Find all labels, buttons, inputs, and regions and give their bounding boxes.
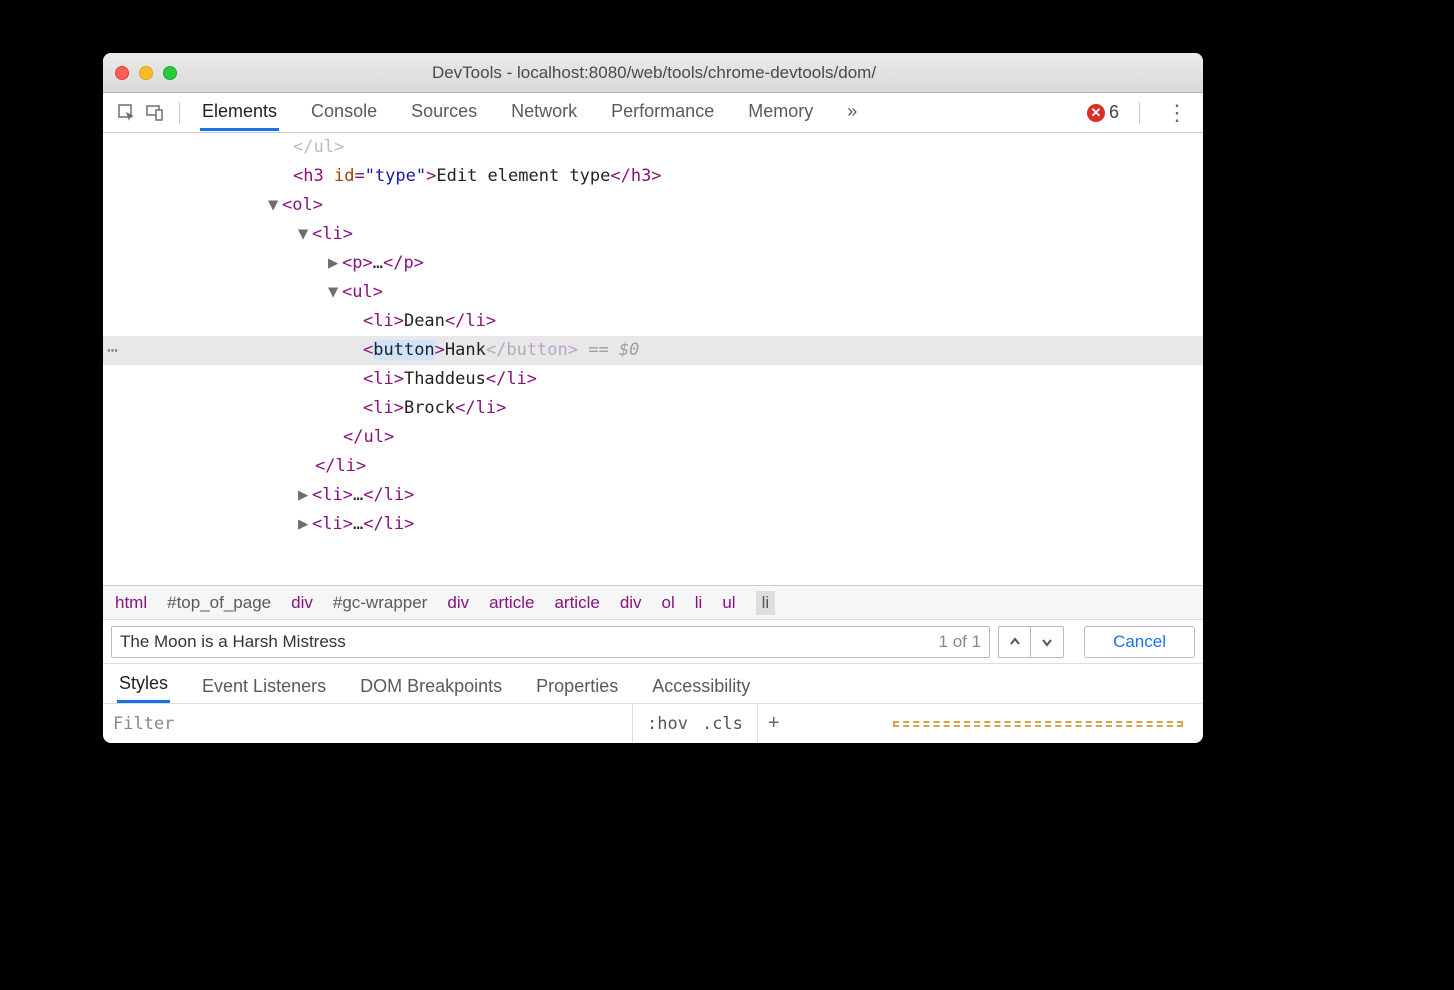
subtab-dom-breakpoints[interactable]: DOM Breakpoints <box>358 670 504 703</box>
minimize-window-button[interactable] <box>139 66 153 80</box>
dom-node[interactable]: <li> <box>312 485 353 505</box>
breadcrumb-item[interactable]: html <box>115 593 147 613</box>
dom-node[interactable]: <h3 id="type"> <box>293 166 436 186</box>
search-match-count: 1 of 1 <box>939 632 982 652</box>
breadcrumb-item[interactable]: li <box>695 593 703 613</box>
dom-node[interactable]: <li> <box>312 514 353 534</box>
error-icon: ✕ <box>1087 104 1105 122</box>
breadcrumb-item[interactable]: ol <box>662 593 675 613</box>
breadcrumb-item[interactable]: article <box>554 593 599 613</box>
breadcrumb-item-current[interactable]: li <box>756 591 776 615</box>
inspect-element-icon[interactable] <box>113 99 141 127</box>
expand-arrow-icon[interactable]: ▶ <box>298 510 312 539</box>
overflow-dots-icon[interactable]: ⋯ <box>107 336 118 365</box>
box-model-preview <box>893 721 1183 727</box>
expand-arrow-icon[interactable]: ▼ <box>328 278 342 307</box>
tag-edit-input[interactable]: button <box>373 340 434 360</box>
breadcrumb-item[interactable]: div <box>291 593 313 613</box>
dom-node[interactable]: </ul> <box>343 427 394 447</box>
main-toolbar: Elements Console Sources Network Perform… <box>103 93 1203 133</box>
settings-menu-icon[interactable]: ⋮ <box>1160 100 1193 126</box>
maximize-window-button[interactable] <box>163 66 177 80</box>
expand-arrow-icon[interactable]: ▼ <box>298 220 312 249</box>
tab-sources[interactable]: Sources <box>409 95 479 131</box>
search-next-button[interactable] <box>1031 627 1063 657</box>
tab-elements[interactable]: Elements <box>200 95 279 131</box>
expand-arrow-icon[interactable]: ▼ <box>268 191 282 220</box>
traffic-lights <box>115 66 177 80</box>
dom-node[interactable]: <li> <box>363 311 404 331</box>
cls-toggle[interactable]: .cls <box>702 714 743 734</box>
selected-dom-node[interactable]: ⋯<button>Hank</button> == $0 <box>103 336 1203 365</box>
dom-node[interactable]: <p> <box>342 253 373 273</box>
error-count: 6 <box>1109 102 1119 123</box>
window-title: DevTools - localhost:8080/web/tools/chro… <box>177 63 1191 83</box>
styles-toolbar: Filter :hov .cls + <box>103 703 1203 743</box>
close-window-button[interactable] <box>115 66 129 80</box>
cancel-button[interactable]: Cancel <box>1084 626 1195 658</box>
dom-node[interactable]: <li> <box>363 369 404 389</box>
subtab-accessibility[interactable]: Accessibility <box>650 670 752 703</box>
dom-node[interactable]: </ul> <box>293 137 344 157</box>
titlebar: DevTools - localhost:8080/web/tools/chro… <box>103 53 1203 93</box>
breadcrumb-item[interactable]: div <box>620 593 642 613</box>
search-nav-buttons <box>998 626 1064 658</box>
tab-memory[interactable]: Memory <box>746 95 815 131</box>
breadcrumb-item[interactable]: #top_of_page <box>167 593 271 613</box>
breadcrumb-item[interactable]: div <box>447 593 469 613</box>
devtools-window: DevTools - localhost:8080/web/tools/chro… <box>103 53 1203 743</box>
tab-performance[interactable]: Performance <box>609 95 716 131</box>
device-toolbar-icon[interactable] <box>141 99 169 127</box>
search-input[interactable]: The Moon is a Harsh Mistress 1 of 1 <box>111 626 990 658</box>
tab-console[interactable]: Console <box>309 95 379 131</box>
tab-network[interactable]: Network <box>509 95 579 131</box>
styles-panel-tabs: Styles Event Listeners DOM Breakpoints P… <box>103 663 1203 703</box>
breadcrumb: html #top_of_page div #gc-wrapper div ar… <box>103 585 1203 619</box>
hov-toggle[interactable]: :hov <box>647 714 688 734</box>
dom-node[interactable]: <li> <box>363 398 404 418</box>
toolbar-separator <box>1139 102 1140 124</box>
search-value: The Moon is a Harsh Mistress <box>120 632 346 652</box>
breadcrumb-item[interactable]: #gc-wrapper <box>333 593 428 613</box>
subtab-styles[interactable]: Styles <box>117 667 170 703</box>
tab-overflow[interactable]: » <box>845 95 859 131</box>
toolbar-separator <box>179 102 180 124</box>
dom-node[interactable]: <ul> <box>342 282 383 302</box>
dom-node[interactable]: </li> <box>315 456 366 476</box>
dom-node[interactable]: <ol> <box>282 195 323 215</box>
search-bar: The Moon is a Harsh Mistress 1 of 1 Canc… <box>103 619 1203 663</box>
expand-arrow-icon[interactable]: ▶ <box>328 249 342 278</box>
panel-tabs: Elements Console Sources Network Perform… <box>200 95 859 131</box>
error-counter[interactable]: ✕ 6 <box>1087 102 1119 123</box>
new-style-rule-icon[interactable]: + <box>758 712 790 735</box>
subtab-properties[interactable]: Properties <box>534 670 620 703</box>
breadcrumb-item[interactable]: ul <box>722 593 735 613</box>
breadcrumb-item[interactable]: article <box>489 593 534 613</box>
expand-arrow-icon[interactable]: ▶ <box>298 481 312 510</box>
dom-node[interactable]: <li> <box>312 224 353 244</box>
search-prev-button[interactable] <box>999 627 1031 657</box>
subtab-event-listeners[interactable]: Event Listeners <box>200 670 328 703</box>
styles-filter-input[interactable]: Filter <box>103 704 633 743</box>
dom-tree[interactable]: </ul> <h3 id="type">Edit element type</h… <box>103 133 1203 585</box>
